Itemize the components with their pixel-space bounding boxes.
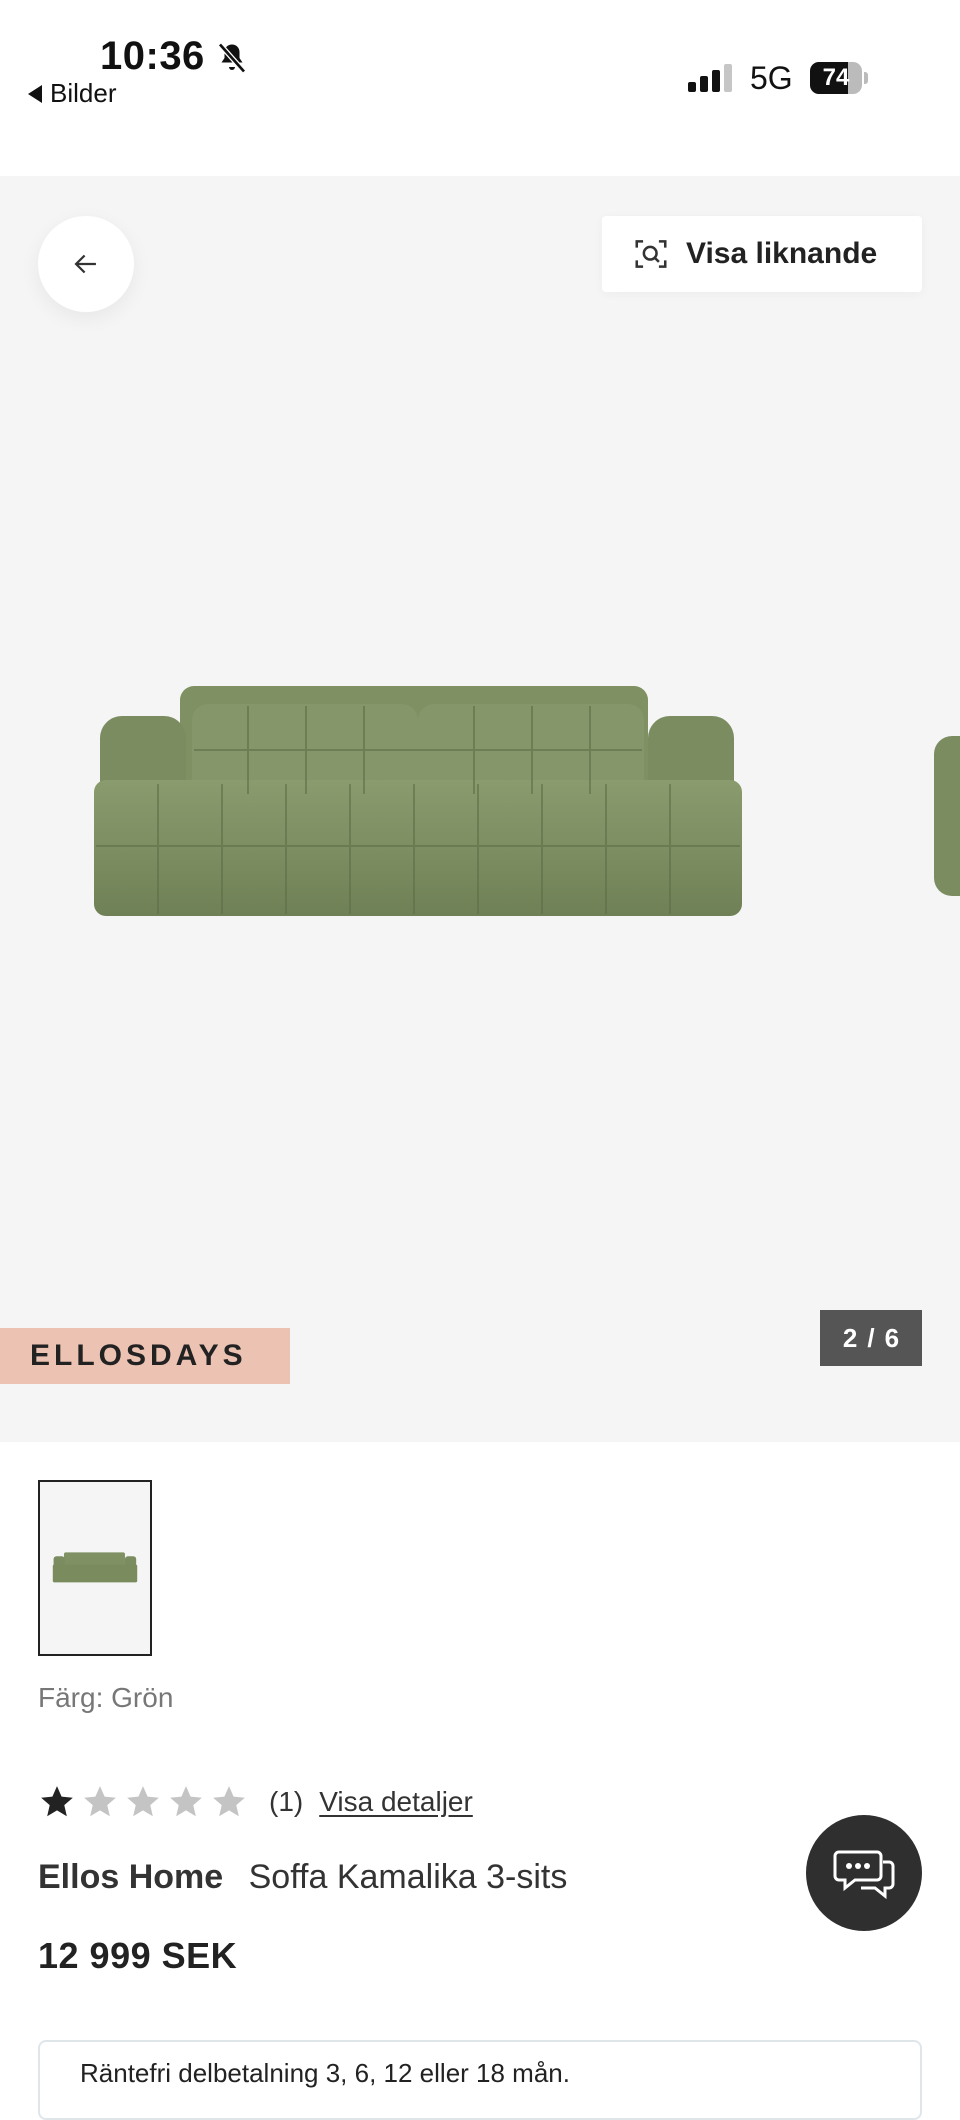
review-count: (1) — [269, 1786, 304, 1817]
campaign-badge-label: ELLOSDAYS — [30, 1339, 247, 1372]
financing-text: Räntefri delbetalning 3, 6, 12 eller 18 … — [80, 2058, 570, 2088]
product-brand[interactable]: Ellos Home — [38, 1858, 223, 1896]
cellular-signal-icon — [688, 64, 732, 92]
star-empty-icon — [84, 1786, 116, 1817]
back-to-app[interactable]: Bilder — [28, 78, 116, 109]
product-price: 12 999 SEK — [38, 1935, 238, 1976]
network-type: 5G — [750, 60, 793, 96]
back-button[interactable] — [38, 216, 134, 312]
battery-icon: 74 — [810, 62, 868, 94]
financing-info-box[interactable]: Räntefri delbetalning 3, 6, 12 eller 18 … — [38, 2040, 922, 2120]
bell-slash-icon — [218, 42, 246, 74]
next-image-peek — [934, 736, 960, 896]
color-label: Färg: — [38, 1682, 104, 1713]
status-bar: 10:36 Bilder 5G 74 — [0, 0, 960, 176]
sofa-thumbnail-image — [52, 1552, 138, 1583]
battery-percent: 74 — [822, 64, 850, 91]
back-app-label: Bilder — [50, 78, 117, 108]
show-similar-button[interactable]: Visa liknande — [602, 216, 922, 292]
arrow-left-icon — [74, 254, 96, 274]
chat-button[interactable] — [806, 1815, 922, 1931]
product-image-gallery[interactable]: Visa liknande ELLOSDAYS 2 / 6 — [0, 176, 960, 1442]
visual-search-icon — [635, 240, 667, 268]
color-value: Grön — [111, 1682, 174, 1713]
star-empty-icon — [213, 1786, 245, 1817]
view-details-link[interactable]: Visa detaljer — [319, 1786, 473, 1818]
product-image-sofa[interactable] — [88, 676, 748, 936]
star-filled-icon — [41, 1786, 73, 1817]
show-similar-label: Visa liknande — [686, 237, 878, 270]
campaign-badge: ELLOSDAYS — [0, 1328, 290, 1384]
image-counter: 2 / 6 — [820, 1310, 922, 1366]
star-empty-icon — [127, 1786, 159, 1817]
image-counter-separator: / — [867, 1322, 875, 1353]
status-time: 10:36 — [100, 34, 205, 78]
product-name: Soffa Kamalika 3-sits — [248, 1858, 568, 1896]
selected-color: Färg: Grön — [38, 1682, 173, 1714]
image-counter-current: 2 — [842, 1322, 858, 1353]
chat-bubbles-icon — [833, 1850, 895, 1900]
image-counter-total: 6 — [884, 1322, 900, 1353]
rating-row: (1) Visa detaljer — [38, 1780, 473, 1824]
star-empty-icon — [170, 1786, 202, 1817]
color-variant-thumbnail[interactable] — [38, 1480, 152, 1656]
product-title: Ellos Home Soffa Kamalika 3-sits — [38, 1858, 567, 1897]
back-triangle-icon — [28, 84, 42, 103]
